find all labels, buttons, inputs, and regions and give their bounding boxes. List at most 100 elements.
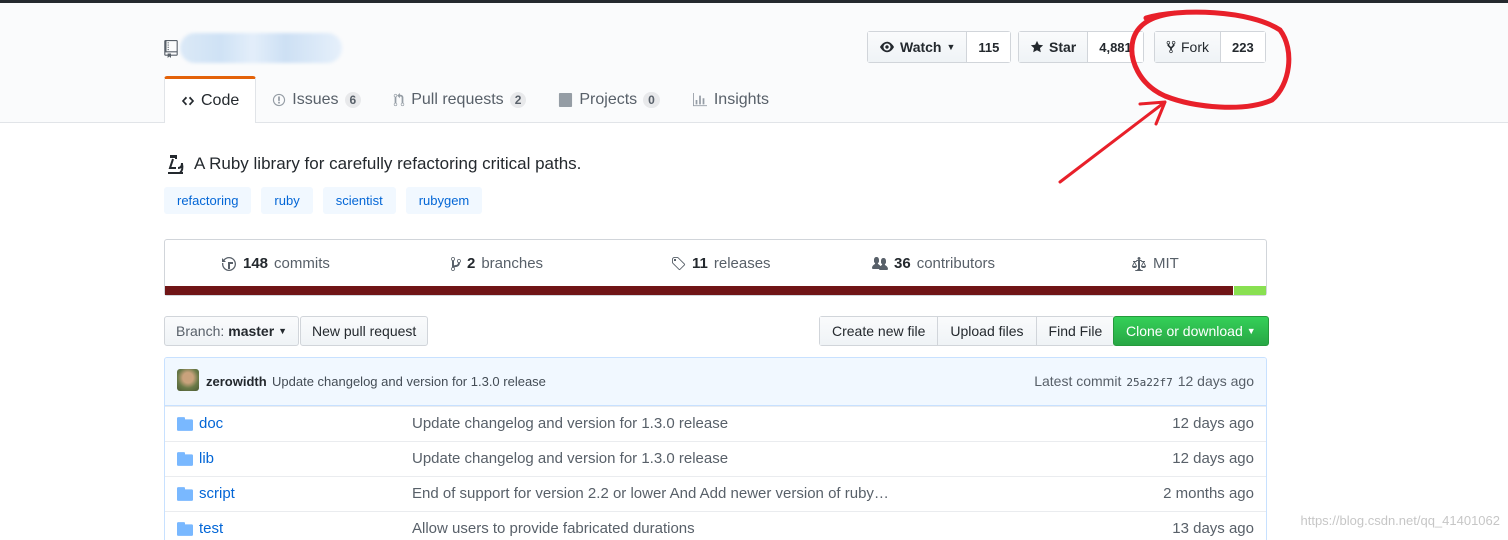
folder-icon — [177, 417, 193, 431]
topic-tag[interactable]: ruby — [261, 187, 313, 214]
tab-code[interactable]: Code — [164, 76, 257, 123]
language-segment[interactable] — [165, 286, 1233, 295]
table-row: test Allow users to provide fabricated d… — [165, 511, 1266, 540]
contributors-link[interactable]: 36 contributors — [872, 255, 995, 272]
language-bar[interactable] — [165, 286, 1266, 295]
branches-count: 2 — [467, 255, 476, 272]
fork-icon — [1166, 40, 1176, 54]
pull-requests-counter: 2 — [509, 91, 527, 108]
tab-label: Insights — [713, 90, 769, 108]
folder-icon — [177, 522, 193, 536]
star-button-group: Star 4,881 — [1018, 31, 1144, 63]
branch-prefix: Branch: — [176, 323, 225, 339]
tab-issues[interactable]: Issues 6 — [256, 76, 377, 123]
commit-message[interactable]: Update changelog and version for 1.3.0 r… — [272, 374, 546, 389]
file-name[interactable]: lib — [199, 450, 214, 467]
new-pull-request-label: New pull request — [312, 323, 417, 339]
topic-list: refactoring ruby scientist rubygem — [164, 187, 483, 214]
eye-icon — [880, 41, 894, 53]
commits-link[interactable]: 148 commits — [221, 255, 330, 272]
table-row: script End of support for version 2.2 or… — [165, 476, 1266, 511]
chevron-down-icon: ▼ — [946, 42, 956, 52]
history-icon — [222, 256, 236, 271]
commit-author[interactable]: zerowidth — [206, 374, 267, 389]
repo-nav-tabs: Code Issues 6 Pull requests 2 Projects 0… — [164, 76, 785, 123]
watch-label: Watch — [900, 39, 942, 55]
branch-name: master — [228, 323, 275, 339]
table-row: lib Update changelog and version for 1.3… — [165, 441, 1266, 476]
file-commit-message[interactable]: Allow users to provide fabricated durati… — [412, 520, 695, 537]
graph-icon — [692, 92, 707, 106]
releases-label: releases — [713, 255, 771, 272]
avatar[interactable] — [177, 369, 199, 391]
topic-tag[interactable]: scientist — [322, 187, 396, 214]
fork-button-group: Fork 223 — [1154, 31, 1266, 63]
branches-link[interactable]: 2 branches — [451, 255, 543, 272]
code-icon — [181, 96, 195, 106]
releases-link[interactable]: 11 releases — [671, 255, 771, 272]
pull-request-icon — [393, 92, 405, 106]
releases-count: 11 — [692, 255, 708, 272]
issues-counter: 6 — [344, 91, 362, 108]
topic-tag[interactable]: refactoring — [164, 187, 252, 214]
file-navigation: Branch: master ▼ New pull request Create… — [0, 316, 1508, 346]
chevron-down-icon: ▼ — [1246, 326, 1256, 336]
watch-count[interactable]: 115 — [967, 32, 1011, 62]
table-row: doc Update changelog and version for 1.3… — [165, 406, 1266, 441]
commit-sha[interactable]: 25a22f7 — [1126, 376, 1172, 389]
tab-label: Projects — [579, 90, 638, 108]
tab-projects[interactable]: Projects 0 — [542, 76, 675, 123]
description-text: A Ruby library for carefully refactoring… — [194, 154, 582, 173]
repo-summary: 148 commits 2 branches 11 releases 36 co… — [164, 239, 1267, 296]
chevron-down-icon: ▼ — [278, 326, 288, 336]
commit-age: 12 days ago — [1177, 373, 1254, 389]
fork-label: Fork — [1181, 39, 1209, 55]
star-count[interactable]: 4,881 — [1088, 32, 1143, 62]
star-button[interactable]: Star — [1019, 32, 1089, 62]
file-commit-message[interactable]: End of support for version 2.2 or lower … — [412, 485, 889, 502]
watermark: https://blog.csdn.net/qq_41401062 — [1300, 513, 1501, 528]
folder-icon — [177, 487, 193, 501]
create-new-file-button[interactable]: Create new file — [820, 317, 939, 345]
branch-select-button[interactable]: Branch: master ▼ — [164, 316, 300, 346]
contributors-count: 36 — [894, 255, 911, 272]
fork-count[interactable]: 223 — [1221, 32, 1265, 62]
upload-files-button[interactable]: Upload files — [938, 317, 1037, 345]
file-actions-group: Create new file Upload files Find File — [819, 316, 1116, 346]
people-icon — [872, 256, 888, 270]
commits-count: 148 — [243, 255, 269, 272]
clone-or-download-button[interactable]: Clone or download ▼ — [1113, 316, 1269, 346]
file-commit-message[interactable]: Update changelog and version for 1.3.0 r… — [412, 450, 728, 467]
file-commit-message[interactable]: Update changelog and version for 1.3.0 r… — [412, 415, 728, 432]
topic-tag[interactable]: rubygem — [405, 187, 483, 214]
file-name[interactable]: doc — [199, 415, 223, 432]
file-name[interactable]: test — [199, 520, 223, 537]
file-age: 2 months ago — [1163, 485, 1254, 502]
repo-icon — [164, 40, 178, 58]
file-age: 12 days ago — [1172, 450, 1254, 467]
find-file-button[interactable]: Find File — [1036, 317, 1115, 345]
file-age: 13 days ago — [1172, 520, 1254, 537]
file-age: 12 days ago — [1172, 415, 1254, 432]
latest-commit-bar: zerowidth Update changelog and version f… — [165, 358, 1266, 406]
new-pull-request-button[interactable]: New pull request — [300, 316, 429, 346]
watch-button-group: Watch ▼ 115 — [867, 31, 1012, 63]
latest-commit-info: Latest commit 25a22f7 12 days ago — [1034, 373, 1254, 389]
fork-button[interactable]: Fork — [1155, 32, 1221, 62]
law-icon — [1132, 256, 1146, 271]
star-label: Star — [1049, 39, 1077, 55]
latest-commit-label: Latest commit — [1034, 373, 1122, 389]
language-segment[interactable] — [1232, 286, 1266, 295]
repo-description: A Ruby library for carefully refactoring… — [164, 153, 581, 175]
license-link[interactable]: MIT — [1131, 255, 1179, 272]
clone-label: Clone or download — [1126, 323, 1243, 339]
file-name[interactable]: script — [199, 485, 235, 502]
issue-icon — [273, 93, 286, 106]
branch-icon — [451, 256, 461, 271]
repo-name-blurred[interactable] — [180, 33, 342, 63]
branches-label: branches — [481, 255, 544, 272]
watch-button[interactable]: Watch ▼ — [868, 32, 968, 62]
tab-pull-requests[interactable]: Pull requests 2 — [377, 76, 542, 123]
tab-insights[interactable]: Insights — [676, 76, 785, 123]
star-icon — [1030, 40, 1044, 53]
